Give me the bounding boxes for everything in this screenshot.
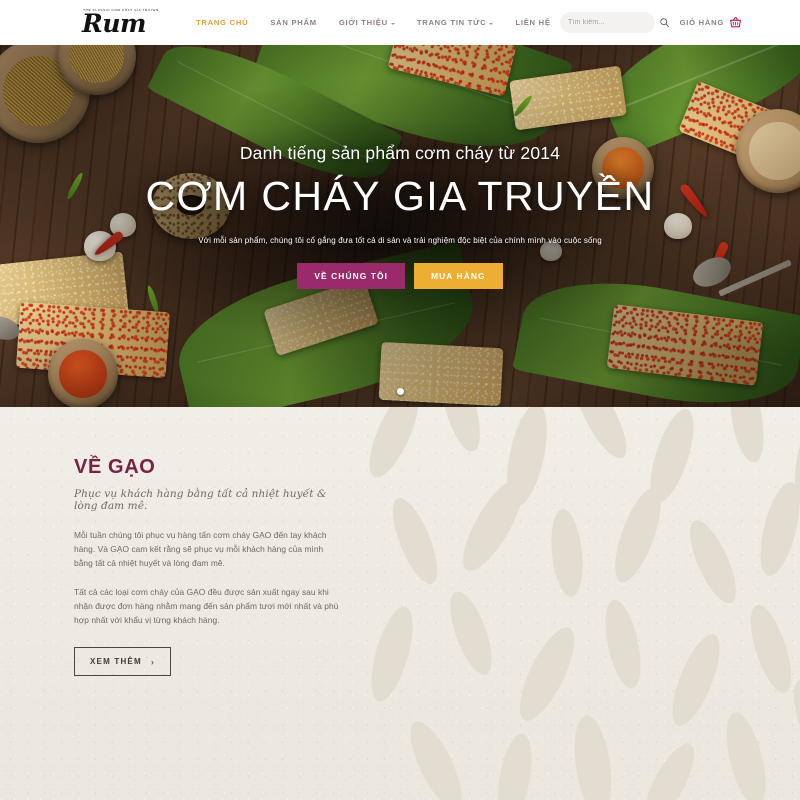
buy-now-button[interactable]: MUA HÀNG [414,263,503,289]
chevron-right-icon: › [150,656,156,667]
read-more-label: XEM THÊM [90,657,142,667]
about-text-column: VỀ GẠO Phục vụ khách hàng bằng tất cả nh… [74,455,342,677]
cart-label: GIỎ HÀNG [679,18,724,27]
nav-item-trang-tin-tuc[interactable]: TRANG TIN TỨC [417,18,494,27]
nav-item-trang-chu[interactable]: TRANG CHỦ [196,18,248,27]
nav-label: TRANG TIN TỨC [416,18,487,27]
cart-button[interactable]: GIỎ HÀNG [680,0,742,45]
hero-eyebrow: Danh tiếng sản phẩm cơm cháy từ 2014 [239,143,561,163]
hero-content: Danh tiếng sản phẩm cơm cháy từ 2014 CƠM… [0,143,800,289]
search-box[interactable] [560,12,669,33]
nav-item-lien-he[interactable]: LIÊN HỆ [515,18,550,27]
nav-label: SẢN PHẨM [270,18,317,27]
hero-cta-group: VỀ CHÚNG TÔI MUA HÀNG [0,263,800,289]
nav-item-san-pham[interactable]: SẢN PHẨM [270,18,317,27]
site-logo[interactable]: THE CLASSIC COM CHAY GIA TRUYEN Rum [68,2,160,42]
page-root: THE CLASSIC COM CHAY GIA TRUYEN Rum TRAN… [0,0,800,800]
chevron-down-icon [390,22,395,25]
chevron-down-icon [489,22,494,25]
nav-item-gioi-thieu[interactable]: GIỚI THIỆU [339,18,395,27]
nav-label: TRANG CHỦ [196,18,249,27]
about-paragraph-1: Mỗi tuần chúng tôi phục vụ hàng tấn cơm … [74,530,327,569]
about-section: VỀ GẠO Phục vụ khách hàng bằng tất cả nh… [0,407,800,800]
search-input[interactable] [568,19,659,26]
carousel-dot-1[interactable] [396,388,404,395]
hero-subtitle: Với mỗi sản phẩm, chúng tôi cố gắng đưa … [198,236,602,245]
about-paragraph-2: Tất cả các loại cơm cháy của GẠO đều đượ… [74,586,339,626]
read-more-button[interactable]: XEM THÊM › [74,647,172,677]
rice-grain-pattern [359,407,800,800]
about-title: VỀ GẠO [74,456,156,478]
site-header: THE CLASSIC COM CHAY GIA TRUYEN Rum TRAN… [0,0,800,45]
shopping-basket-icon[interactable] [729,16,742,29]
nav-label: LIÊN HỆ [515,18,551,27]
logo-wordmark: Rum [82,8,146,38]
carousel-dots [0,388,800,395]
nav-label: GIỚI THIỆU [338,18,388,27]
hero-banner: Danh tiếng sản phẩm cơm cháy từ 2014 CƠM… [0,45,800,407]
hero-title: CƠM CHÁY GIA TRUYỀN [145,173,655,219]
about-tagline: Phục vụ khách hàng bằng tất cả nhiệt huy… [74,488,327,512]
search-icon[interactable] [659,17,670,28]
about-us-button[interactable]: VỀ CHÚNG TÔI [297,263,406,289]
main-navigation: TRANG CHỦ SẢN PHẨM GIỚI THIỆU TRANG TIN … [196,0,551,45]
